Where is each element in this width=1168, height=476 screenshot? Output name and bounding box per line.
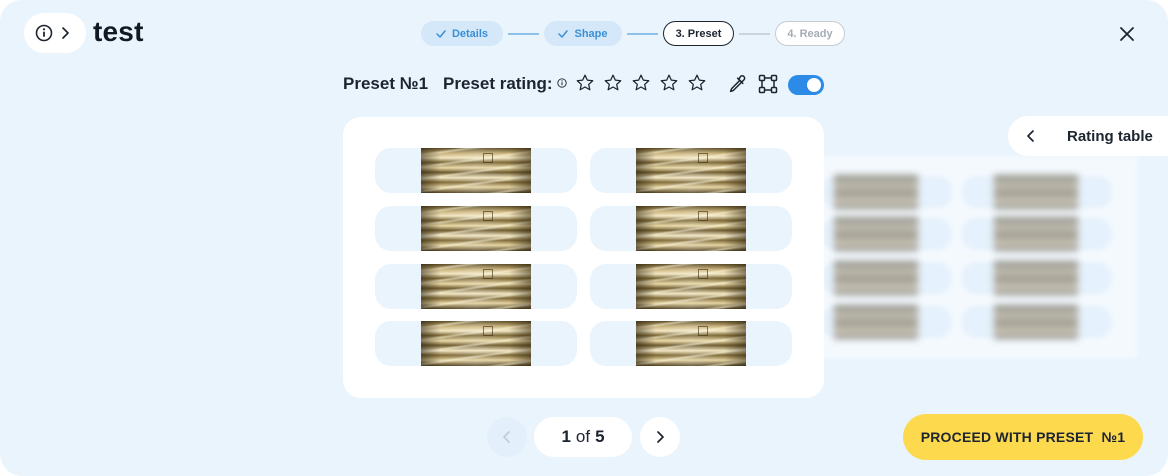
rating-table-tab[interactable]: Rating table — [1008, 116, 1168, 156]
star-rating[interactable] — [575, 73, 707, 93]
star-icon[interactable] — [575, 73, 595, 93]
star-icon[interactable] — [631, 73, 651, 93]
preset-image-slot[interactable] — [590, 148, 792, 193]
star-icon[interactable] — [659, 73, 679, 93]
preset-card — [343, 117, 824, 398]
preset-thumbnail — [636, 148, 746, 193]
eyedropper-icon[interactable] — [726, 73, 748, 95]
info-circle-icon — [35, 24, 53, 42]
chevron-left-icon — [1027, 130, 1034, 142]
current-page: 1 — [561, 427, 571, 446]
preset-thumbnail — [421, 264, 531, 309]
check-icon — [436, 29, 446, 38]
next-page-button[interactable] — [640, 417, 680, 457]
chevron-right-icon — [62, 27, 69, 39]
step-label: 3. Preset — [675, 27, 722, 40]
info-button[interactable] — [24, 13, 86, 53]
preset-thumbnail — [636, 321, 746, 366]
page-title: test — [93, 16, 144, 47]
step-preset[interactable]: 3. Preset — [663, 21, 734, 46]
total-pages: 5 — [595, 427, 605, 446]
preset-toggle[interactable] — [788, 75, 824, 95]
star-icon[interactable] — [603, 73, 623, 93]
preset-image-slot[interactable] — [590, 206, 792, 251]
page-of-label: of — [575, 427, 591, 446]
rating-label: Preset rating: — [443, 74, 553, 93]
step-details[interactable]: Details — [421, 21, 503, 46]
step-connector — [508, 33, 539, 35]
close-button[interactable] — [1114, 21, 1140, 47]
chevron-right-icon — [657, 431, 664, 443]
preset-image-slot[interactable] — [590, 321, 792, 366]
blurred-thumbnail — [834, 175, 918, 209]
crop-frame-icon[interactable] — [757, 73, 779, 95]
blurred-thumbnail — [994, 261, 1078, 295]
step-connector — [627, 33, 658, 35]
blurred-thumbnail — [994, 217, 1078, 251]
star-icon[interactable] — [687, 73, 707, 93]
preset-image-slot[interactable] — [375, 264, 577, 309]
step-connector — [739, 33, 770, 35]
close-icon — [1120, 27, 1134, 41]
preset-thumbnail — [636, 264, 746, 309]
info-icon[interactable] — [557, 78, 567, 88]
preset-image-slot[interactable] — [375, 148, 577, 193]
preset-thumbnail — [421, 206, 531, 251]
preset-image-slot[interactable] — [375, 321, 577, 366]
preset-thumbnail — [421, 148, 531, 193]
preset-image-slot[interactable] — [375, 206, 577, 251]
toggle-knob — [807, 78, 821, 92]
previous-page-button[interactable] — [487, 417, 527, 457]
preset-image-slot[interactable] — [590, 264, 792, 309]
blurred-thumbnail — [834, 217, 918, 251]
rating-table-preview — [812, 156, 1137, 358]
app-window: test Details Shape 3. Preset 4. Ready Pr… — [0, 0, 1168, 476]
page-indicator: 1 of 5 — [534, 417, 632, 457]
step-shape[interactable]: Shape — [544, 21, 622, 46]
chevron-left-icon — [503, 431, 510, 443]
blurred-thumbnail — [834, 261, 918, 295]
blurred-thumbnail — [994, 305, 1078, 339]
rating-table-label: Rating table — [1067, 128, 1153, 145]
blurred-thumbnail — [834, 305, 918, 339]
step-ready: 4. Ready — [775, 21, 845, 46]
preset-thumbnail — [636, 206, 746, 251]
check-icon — [558, 29, 569, 38]
proceed-button[interactable]: PROCEED WITH PRESET №1 — [903, 414, 1143, 460]
step-label: Shape — [574, 27, 608, 40]
preset-name: Preset №1 — [343, 74, 429, 93]
blurred-thumbnail — [994, 175, 1078, 209]
step-label: 4. Ready — [787, 27, 833, 40]
preset-thumbnail — [421, 321, 531, 366]
step-label: Details — [451, 27, 489, 40]
